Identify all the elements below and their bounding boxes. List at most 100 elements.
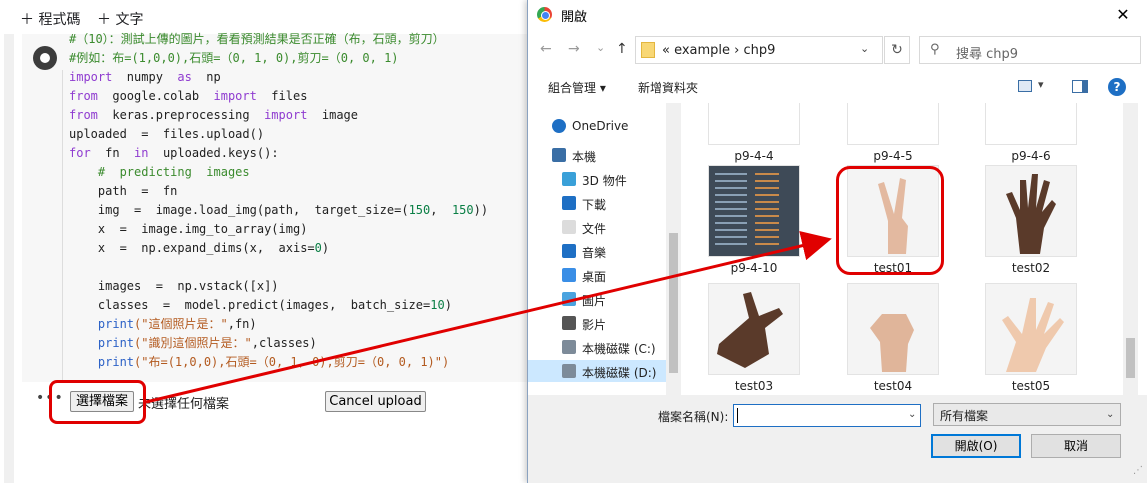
search-placeholder: 搜尋 chp9 <box>956 47 1019 62</box>
sidebar-item[interactable]: 文件 <box>528 216 678 238</box>
preview-pane-icon[interactable] <box>1072 80 1088 93</box>
code-token: #（10）：測試上傳的圖片，看看預測結果是否正確（布，石頭，剪刀） <box>69 32 445 46</box>
code-token: as <box>177 70 192 84</box>
code-token: #例如：布=(1,0,0),石頭=（0, 1, 0),剪刀=（0, 0, 1) <box>69 51 399 65</box>
scroll-thumb[interactable] <box>669 233 678 373</box>
view-mode-icon[interactable] <box>1018 80 1032 92</box>
file-type-value: 所有檔案 <box>940 409 989 423</box>
code-token: np <box>191 70 221 84</box>
code-token: )) <box>473 203 489 217</box>
file-thumbnail[interactable] <box>708 103 800 145</box>
up-arrow-icon[interactable]: ↑ <box>616 41 628 57</box>
code-token: , <box>430 203 452 217</box>
close-icon[interactable]: ✕ <box>1108 2 1138 28</box>
file-type-select[interactable]: 所有檔案 ⌄ <box>933 403 1121 426</box>
page-scrollbar[interactable] <box>4 34 14 483</box>
add-code-button[interactable]: ＋ 程式碼 <box>20 9 80 29</box>
code-token: ) <box>444 298 452 312</box>
code-line: x = np.expand_dims(x, axis=0) <box>69 239 530 258</box>
chevron-down-icon[interactable]: ⌄ <box>860 42 869 55</box>
code-line: print("識別這個照片是：",classes) <box>69 334 530 353</box>
desktop-icon <box>562 268 576 282</box>
code-token: uploaded.keys(): <box>148 146 279 160</box>
navigation-scrollbar[interactable] <box>666 103 681 395</box>
code-line: images = np.vstack([x]) <box>69 277 530 296</box>
sidebar-item-label: 3D 物件 <box>582 174 627 188</box>
file-name: p9-4-4 <box>734 149 774 163</box>
cloud-icon <box>552 119 566 133</box>
code-editor[interactable]: #（10）：測試上傳的圖片，看看預測結果是否正確（布，石頭，剪刀） #例如：布=(… <box>69 30 530 372</box>
organize-button[interactable]: 組合管理 ▾ <box>548 79 606 96</box>
back-arrow-icon[interactable]: ← <box>540 41 552 57</box>
code-token: images = np.vstack([x]) <box>69 279 279 293</box>
code-line: img = image.load_img(path, target_size=(… <box>69 201 530 220</box>
code-token: ,classes) <box>251 336 317 350</box>
search-icon: ⚲ <box>930 42 940 57</box>
file-thumbnail[interactable] <box>708 283 800 375</box>
computer-icon <box>552 148 566 162</box>
document-icon <box>562 220 576 234</box>
forward-arrow-icon[interactable]: → <box>568 41 580 57</box>
sidebar-item[interactable]: 影片 <box>528 312 678 334</box>
sidebar-item[interactable]: 下載 <box>528 192 678 214</box>
cube-icon <box>562 172 576 186</box>
chevron-down-icon: ⌄ <box>1106 409 1115 420</box>
file-thumbnail[interactable] <box>847 283 939 375</box>
code-token: 0 <box>314 241 322 255</box>
code-token: in <box>134 146 149 160</box>
search-input[interactable]: ⚲ 搜尋 chp9 <box>919 36 1141 64</box>
file-thumbnail[interactable] <box>985 103 1077 145</box>
sidebar-item-label: 本機磁碟 (D:) <box>582 366 657 380</box>
dialog-titlebar[interactable]: 開啟 ✕ <box>528 0 1147 30</box>
code-token: classes = model.predict(images, batch_si… <box>69 298 431 312</box>
sidebar-item[interactable]: OneDrive <box>528 115 678 137</box>
sidebar-item[interactable]: 本機 <box>528 144 678 166</box>
sidebar-item[interactable]: 音樂 <box>528 240 678 262</box>
code-line: import numpy as np <box>69 68 530 87</box>
view-dropdown-icon[interactable]: ▾ <box>1038 78 1044 91</box>
sidebar-item[interactable]: 3D 物件 <box>528 168 678 190</box>
code-token: ,fn) <box>227 317 257 331</box>
sidebar-item-label: OneDrive <box>572 119 629 133</box>
code-token: files <box>256 89 308 103</box>
refresh-icon[interactable]: ↻ <box>884 36 910 64</box>
new-folder-button[interactable]: 新增資料夾 <box>638 79 698 96</box>
sidebar-item-label: 圖片 <box>582 294 607 308</box>
cancel-upload-button[interactable]: Cancel upload <box>325 391 426 412</box>
resize-grip-icon[interactable]: ⋰ <box>1133 465 1143 476</box>
code-line: print("布=(1,0,0),石頭=（0, 1, 0),剪刀=（0, 0, … <box>69 353 530 372</box>
open-button[interactable]: 開啟(O) <box>931 434 1021 458</box>
file-name: p9-4-10 <box>730 261 778 275</box>
run-cell-icon[interactable] <box>33 46 57 70</box>
recent-locations-icon[interactable]: ⌄ <box>596 41 605 54</box>
file-name: test04 <box>873 379 913 393</box>
code-token: path = fn <box>69 184 178 198</box>
sidebar-item[interactable]: 圖片 <box>528 288 678 310</box>
sidebar-item-label: 桌面 <box>582 270 607 284</box>
file-thumbnail[interactable] <box>708 165 800 257</box>
file-thumbnail[interactable] <box>847 103 939 145</box>
file-thumbnail[interactable] <box>985 283 1077 375</box>
chevron-down-icon[interactable]: ⌄ <box>908 409 916 420</box>
address-path: « example › chp9 <box>662 43 776 58</box>
address-bar[interactable]: « example › chp9 ⌄ <box>635 36 883 64</box>
file-thumbnail[interactable] <box>985 165 1077 257</box>
cancel-button[interactable]: 取消 <box>1031 434 1121 458</box>
sidebar-item[interactable]: 本機磁碟 (D:) <box>528 360 678 382</box>
filename-input[interactable] <box>733 404 921 427</box>
help-icon[interactable]: ? <box>1108 78 1126 96</box>
sidebar-item[interactable]: 本機磁碟 (C:) <box>528 336 678 358</box>
scroll-thumb[interactable] <box>1126 338 1135 378</box>
sidebar-item[interactable]: 桌面 <box>528 264 678 286</box>
add-text-button[interactable]: ＋ 文字 <box>97 9 143 29</box>
code-token: # predicting images <box>69 165 250 179</box>
code-line: from google.colab import files <box>69 87 530 106</box>
file-name: p9-4-5 <box>873 149 913 163</box>
file-view-scrollbar[interactable] <box>1123 103 1138 395</box>
sidebar-item-label: 音樂 <box>582 246 607 260</box>
no-file-label: 未選擇任何檔案 <box>138 397 230 412</box>
cell-divider <box>62 70 63 380</box>
